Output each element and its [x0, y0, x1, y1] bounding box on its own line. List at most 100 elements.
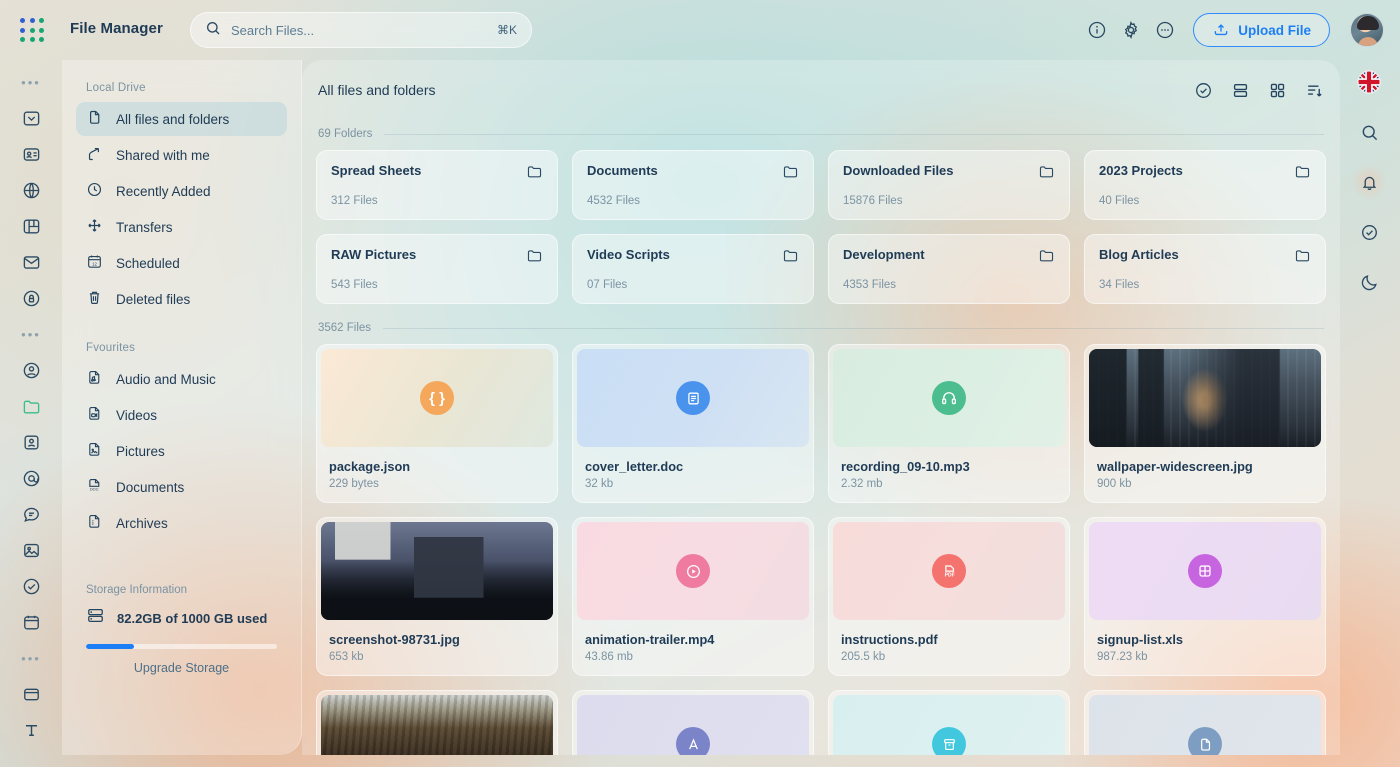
upgrade-storage-link[interactable]: Upgrade Storage [76, 661, 287, 675]
upload-icon [1212, 20, 1230, 41]
inbox-icon[interactable] [13, 100, 49, 136]
grid-dots-logo-icon[interactable] [20, 18, 46, 44]
file-size: 229 bytes [329, 478, 379, 490]
folder-card[interactable]: Blog Articles 34 Files [1084, 234, 1326, 304]
id-photo-icon[interactable] [13, 424, 49, 460]
sidebar-item-audio-and-music[interactable]: Audio and Music [76, 362, 287, 396]
moon-icon[interactable] [1351, 264, 1387, 300]
sidebar-item-deleted-files[interactable]: Deleted files [76, 282, 287, 316]
logo-dot [29, 27, 35, 33]
folder-grid: Spread Sheets 312 Files Documents 4532 File… [316, 150, 1326, 304]
sidebar-item-videos[interactable]: Videos [76, 398, 287, 432]
more-dots-icon[interactable]: ••• [13, 640, 49, 676]
file-card[interactable] [1084, 690, 1326, 755]
file-meta: package.json 229 bytes [317, 451, 557, 502]
grid-view-icon[interactable] [1268, 81, 1287, 100]
chat-icon[interactable] [13, 496, 49, 532]
more-icon[interactable] [1155, 20, 1175, 40]
window-icon[interactable] [13, 676, 49, 712]
sidebar-item-all-files-and-folders[interactable]: All files and folders [76, 102, 287, 136]
contact-card-icon[interactable] [13, 136, 49, 172]
sidebar-item-scheduled[interactable]: 12 Scheduled [76, 246, 287, 280]
file-card[interactable]: cover_letter.doc 32 kb [572, 344, 814, 503]
file-card[interactable]: wallpaper-widescreen.jpg 900 kb [1084, 344, 1326, 503]
file-name: package.json [329, 459, 411, 474]
folder-file-count: 40 Files [1099, 195, 1140, 207]
shield-lock-icon[interactable] [13, 280, 49, 316]
bell-icon[interactable] [1351, 164, 1387, 200]
storage-progress-bar [86, 644, 277, 649]
folder-card[interactable]: Documents 4532 Files [572, 150, 814, 220]
search-input[interactable] [221, 22, 497, 38]
file-thumbnail: { } [321, 349, 553, 447]
file-grid: { } package.json 229 bytes cover_letter.doc… [316, 344, 1326, 755]
sidebar-item-label: Transfers [116, 219, 173, 235]
file-meta: animation-trailer.mp4 43.86 mb [573, 624, 813, 675]
flag-uk-icon[interactable] [1351, 64, 1387, 100]
sidebar-item-pictures[interactable]: Pictures [76, 434, 287, 468]
at-icon[interactable] [13, 460, 49, 496]
file-card[interactable] [828, 690, 1070, 755]
info-icon[interactable] [1087, 20, 1107, 40]
calendar-icon[interactable] [13, 604, 49, 640]
search-bar[interactable]: ⌘K [190, 12, 532, 48]
divider [383, 327, 1324, 329]
logo-dot [20, 37, 25, 43]
file-card[interactable]: screenshot-98731.jpg 653 kb [316, 517, 558, 676]
mail-icon[interactable] [13, 244, 49, 280]
check-circle-icon[interactable] [1351, 214, 1387, 250]
folder-name: Video Scripts [587, 247, 670, 262]
image-icon[interactable] [13, 532, 49, 568]
folder-card[interactable]: Downloaded Files 15876 Files [828, 150, 1070, 220]
logo-dot [29, 37, 35, 43]
more-dots-icon[interactable]: ••• [13, 64, 49, 100]
list-view-icon[interactable] [1231, 81, 1250, 100]
folders-count-row: 69 Folders [318, 128, 1324, 140]
sort-icon[interactable] [1305, 81, 1324, 100]
file-card[interactable]: { } package.json 229 bytes [316, 344, 558, 503]
file-size: 900 kb [1097, 478, 1132, 490]
file-meta: screenshot-98731.jpg 653 kb [317, 624, 557, 675]
font-icon [676, 727, 710, 755]
play-circle-icon [676, 554, 710, 588]
text-icon[interactable] [13, 712, 49, 748]
logo-dot [39, 37, 45, 43]
upload-file-button[interactable]: Upload File [1193, 13, 1330, 47]
file-card[interactable]: animation-trailer.mp4 43.86 mb [572, 517, 814, 676]
gear-icon[interactable] [1121, 20, 1141, 40]
sidebar-item-recently-added[interactable]: Recently Added [76, 174, 287, 208]
folder-icon [1294, 247, 1311, 269]
folder-card[interactable]: Spread Sheets 312 Files [316, 150, 558, 220]
folder-icon [526, 247, 543, 269]
sidebar-item-label: All files and folders [116, 111, 230, 127]
file-name: instructions.pdf [841, 632, 938, 647]
folder-icon[interactable] [13, 388, 49, 424]
sidebar-item-transfers[interactable]: Transfers [76, 210, 287, 244]
folder-file-count: 4532 Files [587, 195, 641, 207]
check-circle-icon[interactable] [13, 568, 49, 604]
kanban-icon[interactable] [13, 208, 49, 244]
sidebar-item-shared-with-me[interactable]: Shared with me [76, 138, 287, 172]
file-card[interactable]: recording_09-10.mp3 2.32 mb [828, 344, 1070, 503]
main-header: All files and folders [316, 60, 1326, 120]
globe-icon[interactable] [13, 172, 49, 208]
file-card[interactable] [316, 690, 558, 755]
folder-icon [1038, 247, 1055, 269]
sidebar-item-label: Audio and Music [116, 371, 216, 387]
avatar[interactable] [1350, 13, 1384, 47]
file-card[interactable]: PDF instructions.pdf 205.5 kb [828, 517, 1070, 676]
folder-card[interactable]: Video Scripts 07 Files [572, 234, 814, 304]
search-icon[interactable] [1351, 114, 1387, 150]
sidebar-item-documents[interactable]: DOC Documents [76, 470, 287, 504]
folder-card[interactable]: Development 4353 Files [828, 234, 1070, 304]
file-thumbnail [1089, 522, 1321, 620]
sidebar-item-archives[interactable]: Archives [76, 506, 287, 540]
select-check-icon[interactable] [1194, 81, 1213, 100]
folder-card[interactable]: 2023 Projects 40 Files [1084, 150, 1326, 220]
file-card[interactable]: signup-list.xls 987.23 kb [1084, 517, 1326, 676]
more-dots-icon[interactable]: ••• [13, 316, 49, 352]
share-icon [86, 145, 103, 165]
file-card[interactable] [572, 690, 814, 755]
folder-card[interactable]: RAW Pictures 543 Files [316, 234, 558, 304]
user-circle-icon[interactable] [13, 352, 49, 388]
